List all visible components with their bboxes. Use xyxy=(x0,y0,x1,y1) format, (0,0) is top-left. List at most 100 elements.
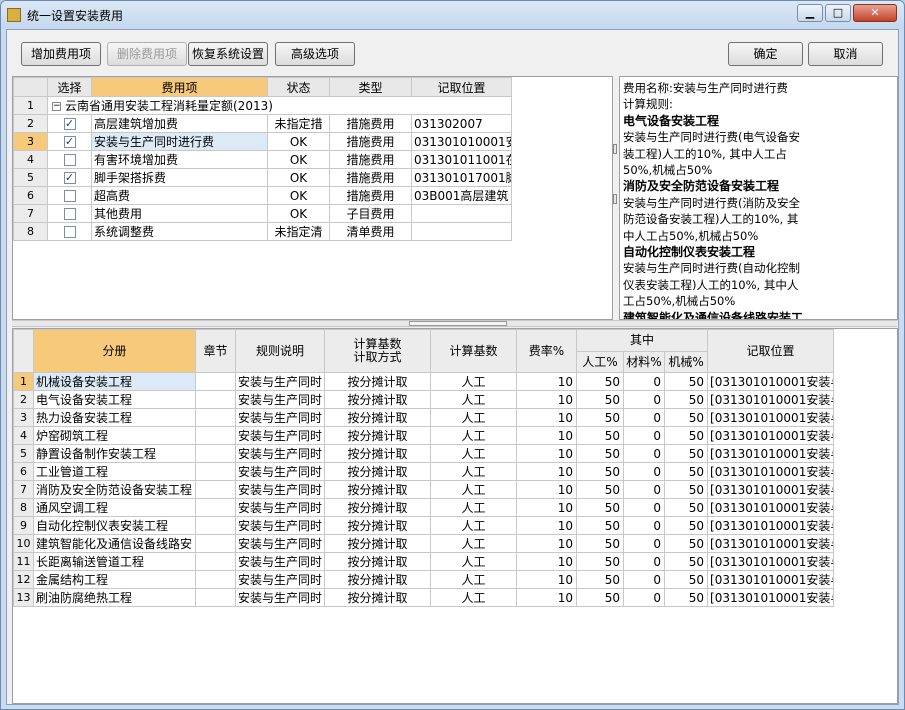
fence-cell[interactable]: 静置设备制作安装工程 xyxy=(33,444,196,463)
machine-cell[interactable]: 50 xyxy=(663,588,709,607)
rate-cell[interactable]: 10 xyxy=(516,588,577,607)
chapter-cell[interactable] xyxy=(195,570,236,589)
labor-cell[interactable]: 50 xyxy=(576,498,624,517)
labor-cell[interactable]: 50 xyxy=(576,534,624,553)
fence-row[interactable]: 8 通风空调工程 安装与生产同时 按分摊计取 人工 10 50 0 50 [03130101000… xyxy=(13,498,835,517)
rate-cell[interactable]: 10 xyxy=(516,516,577,535)
method-cell[interactable]: 按分摊计取 xyxy=(324,498,431,517)
chapter-cell[interactable] xyxy=(195,588,236,607)
fence-cell[interactable]: 建筑智能化及通信设备线路安 xyxy=(33,534,196,553)
position-cell[interactable]: [031301010001安装与 xyxy=(707,534,835,553)
labor-cell[interactable]: 50 xyxy=(576,390,624,409)
fee-item-name[interactable]: 超高费 xyxy=(91,186,268,205)
cancel-button[interactable]: 取消 xyxy=(808,42,883,66)
col-header-rule[interactable]: 规则说明 xyxy=(235,329,325,373)
chapter-cell[interactable] xyxy=(195,372,236,391)
fence-cell[interactable]: 工业管道工程 xyxy=(33,462,196,481)
rule-cell[interactable]: 安装与生产同时 xyxy=(235,552,325,571)
fee-item-row[interactable]: 8 系统调整费 未指定清 清单费用 xyxy=(13,222,512,241)
rule-cell[interactable]: 安装与生产同时 xyxy=(235,570,325,589)
checkbox-icon[interactable] xyxy=(63,190,76,202)
method-cell[interactable]: 按分摊计取 xyxy=(324,588,431,607)
machine-cell[interactable]: 50 xyxy=(663,390,709,409)
col-header-chapter[interactable]: 章节 xyxy=(195,329,236,373)
fence-cell[interactable]: 机械设备安装工程 xyxy=(33,372,196,391)
labor-cell[interactable]: 50 xyxy=(576,462,624,481)
material-cell[interactable]: 0 xyxy=(623,444,665,463)
fence-cell[interactable]: 长距离输送管道工程 xyxy=(33,552,196,571)
fee-item-row[interactable]: 6 超高费 OK 措施费用 03B001高层建筑 xyxy=(13,186,512,205)
add-fee-item-button[interactable]: 增加费用项 xyxy=(21,42,101,66)
col-header-method[interactable]: 计算基数 计取方式 xyxy=(324,329,431,373)
method-cell[interactable]: 按分摊计取 xyxy=(324,408,431,427)
material-cell[interactable]: 0 xyxy=(623,516,665,535)
base-cell[interactable]: 人工 xyxy=(430,444,517,463)
chapter-cell[interactable] xyxy=(195,426,236,445)
select-cell[interactable] xyxy=(47,186,92,205)
fee-item-name[interactable]: 其他费用 xyxy=(91,204,268,223)
method-cell[interactable]: 按分摊计取 xyxy=(324,570,431,589)
position-cell[interactable] xyxy=(411,222,512,241)
position-cell[interactable]: [031301010001安装与 xyxy=(707,588,835,607)
col-header-type[interactable]: 类型 xyxy=(329,77,412,97)
rate-cell[interactable]: 10 xyxy=(516,390,577,409)
base-cell[interactable]: 人工 xyxy=(430,408,517,427)
position-cell[interactable]: [031301010001安装与 xyxy=(707,552,835,571)
tree-collapse-icon[interactable]: − xyxy=(52,102,61,111)
machine-cell[interactable]: 50 xyxy=(663,444,709,463)
method-cell[interactable]: 按分摊计取 xyxy=(324,372,431,391)
ok-button[interactable]: 确定 xyxy=(728,42,803,66)
chapter-cell[interactable] xyxy=(195,552,236,571)
fence-cell[interactable]: 炉窑砌筑工程 xyxy=(33,426,196,445)
rate-cell[interactable]: 10 xyxy=(516,372,577,391)
fence-cell[interactable]: 自动化控制仪表安装工程 xyxy=(33,516,196,535)
labor-cell[interactable]: 50 xyxy=(576,570,624,589)
base-cell[interactable]: 人工 xyxy=(430,426,517,445)
machine-cell[interactable]: 50 xyxy=(663,426,709,445)
rate-cell[interactable]: 10 xyxy=(516,408,577,427)
labor-cell[interactable]: 50 xyxy=(576,552,624,571)
rate-cell[interactable]: 10 xyxy=(516,534,577,553)
rule-cell[interactable]: 安装与生产同时 xyxy=(235,390,325,409)
material-cell[interactable]: 0 xyxy=(623,462,665,481)
chapter-cell[interactable] xyxy=(195,444,236,463)
fence-cell[interactable]: 热力设备安装工程 xyxy=(33,408,196,427)
material-cell[interactable]: 0 xyxy=(623,498,665,517)
position-cell[interactable]: [031301010001安装与 xyxy=(707,516,835,535)
base-cell[interactable]: 人工 xyxy=(430,534,517,553)
fee-item-name[interactable]: 脚手架搭拆费 xyxy=(91,168,268,187)
position-cell[interactable]: [031301010001安装与 xyxy=(707,462,835,481)
position-cell[interactable]: [031301010001安装与 xyxy=(707,372,835,391)
rule-cell[interactable]: 安装与生产同时 xyxy=(235,516,325,535)
fee-item-row[interactable]: 3 ✓ 安装与生产同时进行费 OK 措施费用 031301010001安 xyxy=(13,132,512,151)
labor-cell[interactable]: 50 xyxy=(576,408,624,427)
material-cell[interactable]: 0 xyxy=(623,588,665,607)
splitter-grip[interactable] xyxy=(409,321,507,326)
fee-item-name[interactable]: 有害环境增加费 xyxy=(91,150,268,169)
fence-row[interactable]: 3 热力设备安装工程 安装与生产同时 按分摊计取 人工 10 50 0 50 [031301010… xyxy=(13,408,835,427)
position-cell[interactable]: [031301010001安装与 xyxy=(707,408,835,427)
base-cell[interactable]: 人工 xyxy=(430,570,517,589)
checkbox-icon[interactable] xyxy=(63,154,76,166)
select-cell[interactable]: ✓ xyxy=(47,114,92,133)
position-cell[interactable]: [031301010001安装与 xyxy=(707,570,835,589)
position-cell[interactable]: 031301011001在 xyxy=(411,150,512,169)
rule-cell[interactable]: 安装与生产同时 xyxy=(235,498,325,517)
method-cell[interactable]: 按分摊计取 xyxy=(324,426,431,445)
base-cell[interactable]: 人工 xyxy=(430,588,517,607)
advanced-options-button[interactable]: 高级选项 xyxy=(275,42,355,66)
machine-cell[interactable]: 50 xyxy=(663,462,709,481)
restore-system-settings-button[interactable]: 恢复系统设置 xyxy=(188,42,268,66)
col-header-rate[interactable]: 费率% xyxy=(516,329,577,373)
rate-cell[interactable]: 10 xyxy=(516,480,577,499)
rule-cell[interactable]: 安装与生产同时 xyxy=(235,588,325,607)
fee-item-row[interactable]: 7 其他费用 OK 子目费用 xyxy=(13,204,512,223)
fence-cell[interactable]: 消防及安全防范设备安装工程 xyxy=(33,480,196,499)
chapter-cell[interactable] xyxy=(195,534,236,553)
chapter-cell[interactable] xyxy=(195,462,236,481)
method-cell[interactable]: 按分摊计取 xyxy=(324,444,431,463)
rate-cell[interactable]: 10 xyxy=(516,444,577,463)
rule-cell[interactable]: 安装与生产同时 xyxy=(235,462,325,481)
position-cell[interactable]: [031301010001安装与 xyxy=(707,498,835,517)
col-header-material[interactable]: 材料% xyxy=(623,351,665,373)
